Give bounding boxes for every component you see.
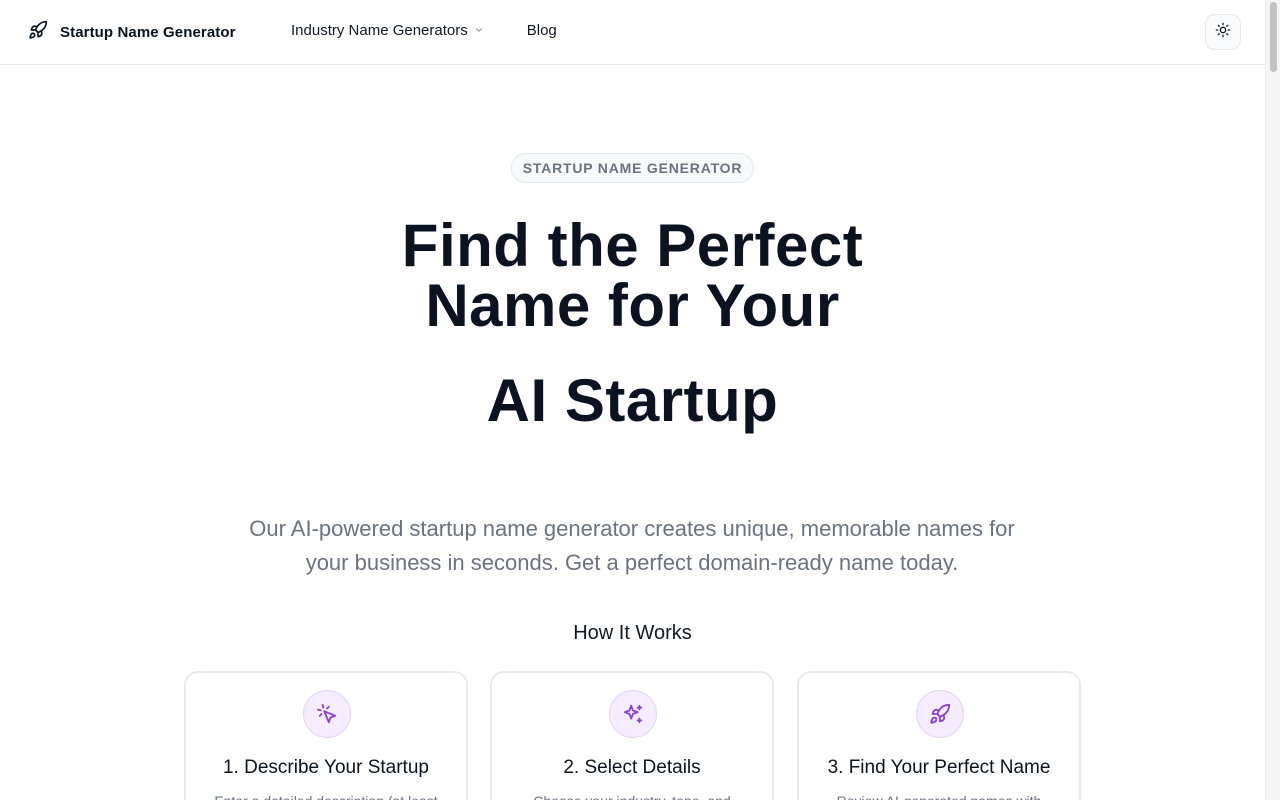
nav-blog-label: Blog bbox=[526, 22, 557, 39]
brand-name: Startup Name Generator bbox=[60, 24, 236, 41]
step-title: 2. Select Details bbox=[563, 757, 701, 778]
step-title: 1. Describe Your Startup bbox=[223, 757, 429, 778]
step-description: Review AI-generated names with bbox=[817, 791, 1061, 800]
hero-title-line1: Find the Perfect bbox=[401, 212, 864, 279]
cursor-click-icon bbox=[303, 690, 351, 738]
scrollbar-thumb[interactable] bbox=[1270, 2, 1277, 72]
step-description: Choose your industry, tone, and bbox=[510, 791, 754, 800]
brand-link[interactable]: Startup Name Generator bbox=[28, 20, 236, 45]
hero-subtitle: Our AI-powered startup name generator cr… bbox=[249, 516, 1015, 575]
rocket-icon bbox=[28, 20, 48, 45]
sun-icon bbox=[1215, 22, 1231, 43]
step-description: Enter a detailed description (at least bbox=[204, 791, 448, 800]
hero-badge: STARTUP NAME GENERATOR bbox=[511, 153, 754, 183]
nav-industry-label: Industry Name Generators bbox=[291, 22, 468, 39]
nav-industry-name-generators[interactable]: Industry Name Generators bbox=[291, 22, 484, 39]
hero-title-line2: Name for Your bbox=[425, 272, 840, 339]
step-title: 3. Find Your Perfect Name bbox=[827, 757, 1051, 778]
nav-blog-link[interactable]: Blog bbox=[527, 22, 557, 39]
step-card-select-details: 2. Select Details Choose your industry, … bbox=[490, 671, 774, 800]
sparkles-icon bbox=[609, 690, 657, 738]
theme-toggle-button[interactable] bbox=[1205, 14, 1241, 50]
hero-title-line3: AI Startup bbox=[486, 367, 779, 434]
chevron-down-icon bbox=[474, 22, 484, 39]
step-card-find-name: 3. Find Your Perfect Name Review AI-gene… bbox=[797, 671, 1081, 800]
step-card-describe: 1. Describe Your Startup Enter a detaile… bbox=[184, 671, 468, 800]
site-header: Startup Name Generator Industry Name Gen… bbox=[0, 0, 1265, 65]
main-nav: Industry Name Generators Blog bbox=[291, 22, 557, 39]
rocket-icon bbox=[916, 690, 964, 738]
page-scrollbar[interactable] bbox=[1265, 0, 1280, 800]
how-it-works-title: How It Works bbox=[573, 622, 692, 644]
